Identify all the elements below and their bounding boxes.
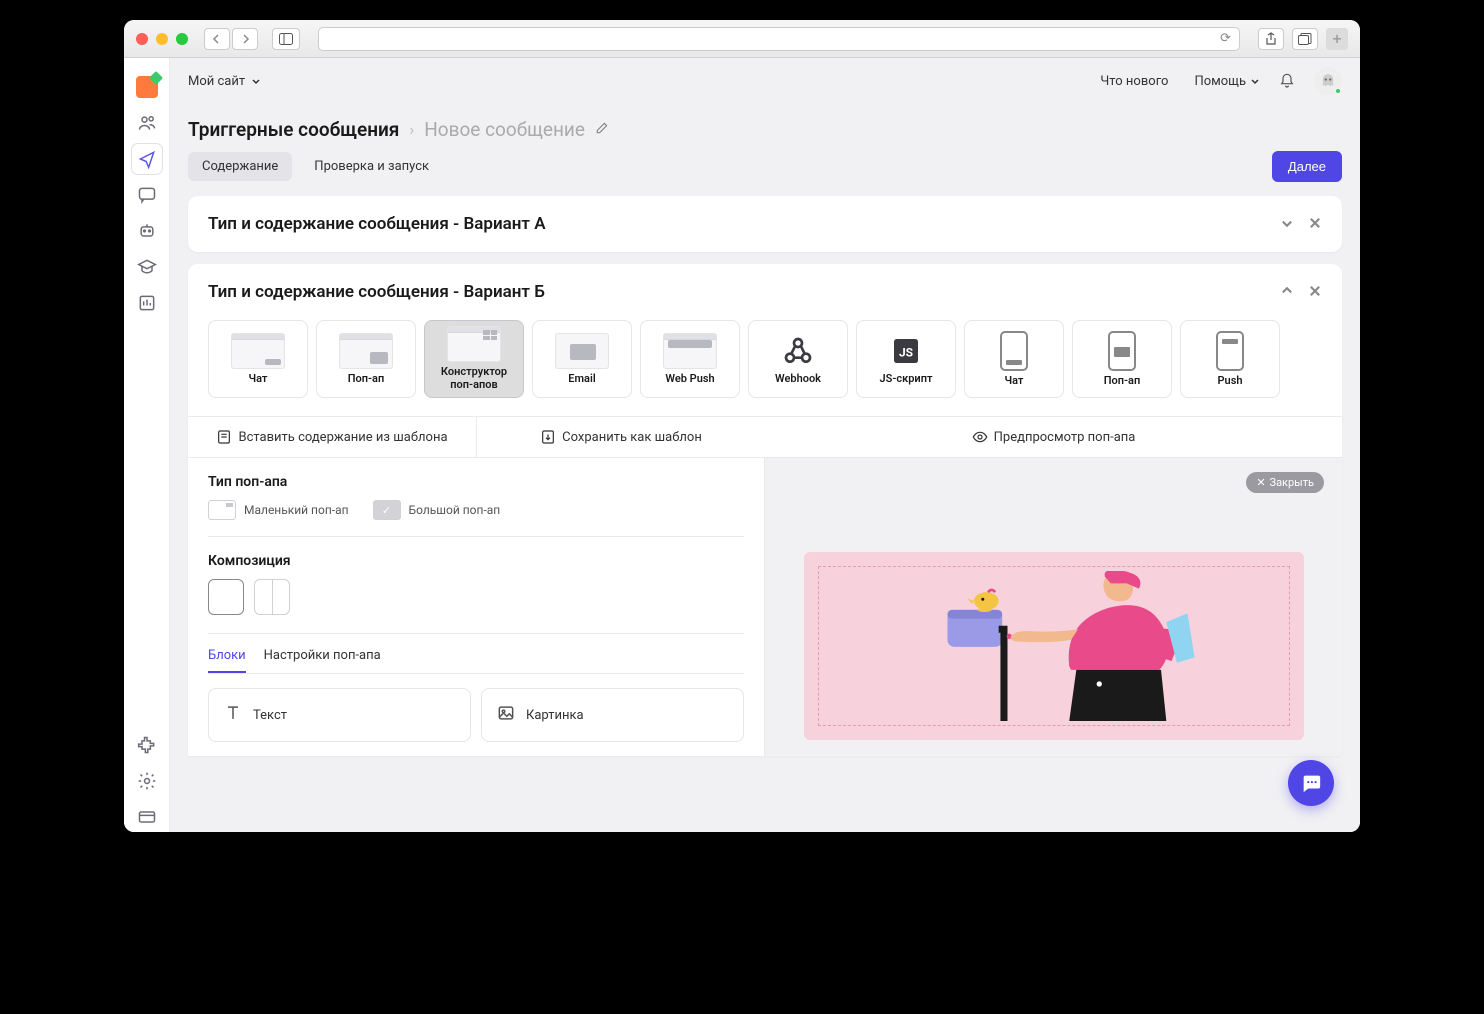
chat-fab[interactable] <box>1288 760 1334 806</box>
notifications-icon[interactable] <box>1278 72 1296 90</box>
minimize-window-icon[interactable] <box>156 33 168 45</box>
type-js-script[interactable]: JS JS-скрипт <box>856 320 956 398</box>
editor-canvas: ✕ Закрыть <box>765 458 1342 756</box>
template-out-icon <box>540 429 556 445</box>
insert-template-button[interactable]: Вставить содержание из шаблона <box>188 417 476 457</box>
avatar[interactable] <box>1314 67 1342 95</box>
step-review[interactable]: Проверка и запуск <box>300 152 443 181</box>
rail-settings-icon[interactable] <box>132 766 162 796</box>
maximize-window-icon[interactable] <box>176 33 188 45</box>
composition-title: Композиция <box>188 537 764 579</box>
small-popup-icon <box>208 500 236 520</box>
editor-sidebar: Тип поп-апа Маленький поп-ап Большой поп… <box>188 458 765 756</box>
type-popup[interactable]: Поп-ап <box>316 320 416 398</box>
big-popup-icon <box>373 500 401 520</box>
traffic-lights <box>136 33 188 45</box>
preview-button[interactable]: Предпросмотр поп-апа <box>765 417 1342 457</box>
left-rail <box>124 58 170 832</box>
rail-users-icon[interactable] <box>132 108 162 138</box>
webhook-icon <box>779 333 817 369</box>
block-text[interactable]: Текст <box>208 688 471 742</box>
whats-new-link[interactable]: Что нового <box>1092 74 1176 89</box>
breadcrumb-parent[interactable]: Триггерные сообщения <box>188 118 399 141</box>
chevron-up-icon[interactable] <box>1280 283 1294 302</box>
popup-type-title: Тип поп-апа <box>188 458 764 500</box>
chevron-down-icon <box>1250 76 1260 86</box>
titlebar: ⟳ + <box>124 20 1360 58</box>
close-window-icon[interactable] <box>136 33 148 45</box>
site-dropdown[interactable]: Мой сайт <box>188 74 261 89</box>
type-email[interactable]: Email <box>532 320 632 398</box>
image-block-icon <box>496 703 516 727</box>
variant-b-card: Тип и содержание сообщения - Вариант Б Ч… <box>188 264 1342 756</box>
popup-close-button[interactable]: ✕ Закрыть <box>1246 472 1324 493</box>
rail-chat-icon[interactable] <box>132 180 162 210</box>
save-template-button[interactable]: Сохранить как шаблон <box>476 417 765 457</box>
variant-a-card: Тип и содержание сообщения - Вариант А <box>188 196 1342 252</box>
editor-row: Тип поп-апа Маленький поп-ап Большой поп… <box>188 458 1342 756</box>
chat-icon <box>1300 772 1322 794</box>
browser-window: ⟳ + Мой сайт Что н <box>124 20 1360 832</box>
type-webhook[interactable]: Webhook <box>748 320 848 398</box>
tabs-icon[interactable] <box>1292 28 1318 50</box>
edit-name-icon[interactable] <box>595 120 609 139</box>
chevron-down-icon[interactable] <box>1280 215 1294 234</box>
composition-single[interactable] <box>208 579 244 615</box>
rail-plugin-icon[interactable] <box>132 730 162 760</box>
template-in-icon <box>216 429 232 445</box>
type-popup-builder[interactable]: Конструктор поп-апов <box>424 320 524 398</box>
topbar: Мой сайт Что нового Помощь <box>170 58 1360 104</box>
text-block-icon <box>223 703 243 727</box>
rail-reports-icon[interactable] <box>132 288 162 318</box>
url-bar[interactable]: ⟳ <box>318 27 1240 51</box>
eye-icon <box>972 429 988 445</box>
popup-preview[interactable] <box>804 552 1304 740</box>
site-label: Мой сайт <box>188 74 245 89</box>
tab-settings[interactable]: Настройки поп-апа <box>264 648 381 673</box>
popup-illustration <box>827 571 1280 721</box>
rail-learn-icon[interactable] <box>132 252 162 282</box>
sidebar-toggle-icon[interactable] <box>272 28 300 50</box>
close-x-icon: ✕ <box>1256 476 1265 489</box>
forward-button[interactable] <box>232 28 258 50</box>
type-web-push[interactable]: Web Push <box>640 320 740 398</box>
popup-type-small[interactable]: Маленький поп-ап <box>208 500 349 520</box>
close-icon[interactable] <box>1308 283 1322 302</box>
new-tab-button[interactable]: + <box>1326 28 1348 50</box>
tab-blocks[interactable]: Блоки <box>208 648 246 673</box>
message-type-grid: Чат Поп-ап Конструктор поп-апов Email <box>188 320 1342 416</box>
rail-logo[interactable] <box>132 72 162 102</box>
popup-drop-zone[interactable] <box>818 566 1290 726</box>
type-sdk-push[interactable]: Push <box>1180 320 1280 398</box>
reload-icon[interactable]: ⟳ <box>1220 31 1231 46</box>
composition-split[interactable] <box>254 579 290 615</box>
block-image[interactable]: Картинка <box>481 688 744 742</box>
rail-bot-icon[interactable] <box>132 216 162 246</box>
presence-indicator <box>1334 87 1342 95</box>
type-chat[interactable]: Чат <box>208 320 308 398</box>
chevron-down-icon <box>251 76 261 86</box>
type-sdk-chat[interactable]: Чат <box>964 320 1064 398</box>
svg-text:JS: JS <box>899 345 913 359</box>
back-button[interactable] <box>204 28 230 50</box>
rail-card-icon[interactable] <box>132 802 162 832</box>
breadcrumb: Триггерные сообщения › Новое сообщение <box>170 104 1360 151</box>
main-content: Мой сайт Что нового Помощь Триггерные со… <box>170 58 1360 832</box>
close-icon[interactable] <box>1308 215 1322 234</box>
template-toolbar: Вставить содержание из шаблона Сохранить… <box>188 416 1342 458</box>
steps-row: Содержание Проверка и запуск Далее <box>170 151 1360 196</box>
variant-a-title: Тип и содержание сообщения - Вариант А <box>208 214 1266 234</box>
rail-send-icon[interactable] <box>132 144 162 174</box>
share-icon[interactable] <box>1258 28 1284 50</box>
js-icon: JS <box>887 333 925 369</box>
variant-b-title: Тип и содержание сообщения - Вариант Б <box>208 282 1266 302</box>
step-content[interactable]: Содержание <box>188 152 292 181</box>
type-sdk-popup[interactable]: Поп-ап <box>1072 320 1172 398</box>
popup-type-big[interactable]: Большой поп-ап <box>373 500 501 520</box>
breadcrumb-sep-icon: › <box>409 120 414 139</box>
breadcrumb-current: Новое сообщение <box>424 118 585 141</box>
next-button[interactable]: Далее <box>1272 151 1342 182</box>
help-dropdown[interactable]: Помощь <box>1186 74 1268 89</box>
